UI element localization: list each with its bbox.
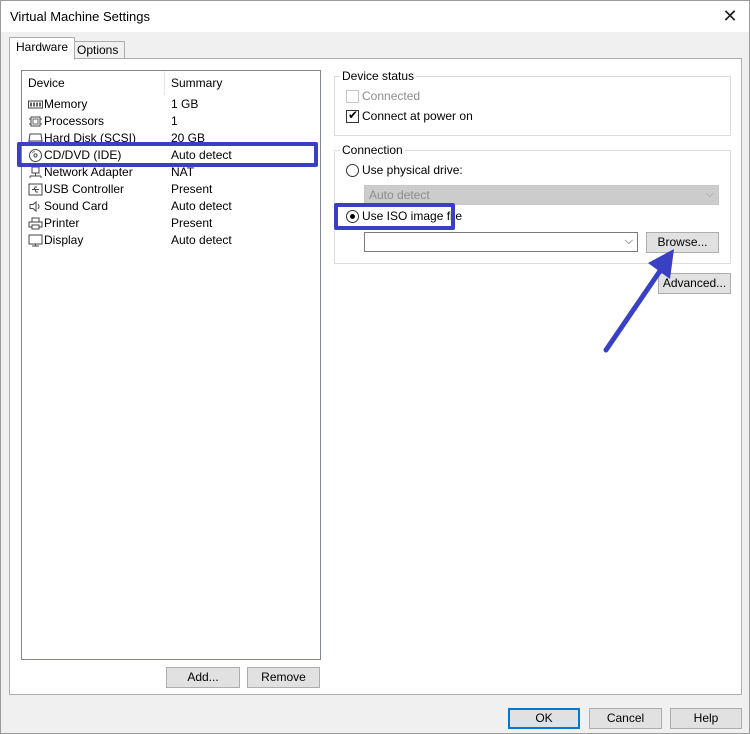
device-name: Memory — [44, 97, 88, 111]
connect-at-power-on-checkbox[interactable]: ✔ — [346, 108, 359, 123]
device-list[interactable]: Device Summary Memory 1 GB Processors 1 … — [21, 70, 321, 660]
device-name: Display — [44, 233, 84, 247]
device-name: USB Controller — [44, 182, 125, 196]
help-button[interactable]: Help — [670, 708, 742, 729]
chevron-down-icon: ⌵ — [705, 188, 714, 200]
sound-card-icon — [29, 200, 40, 213]
device-row-printer[interactable]: Printer Present — [22, 215, 320, 232]
device-row-cd-dvd[interactable]: CD/DVD (IDE) Auto detect — [22, 147, 320, 164]
cancel-button[interactable]: Cancel — [589, 708, 662, 729]
device-status-group: Device status Connected ✔ Connect at pow… — [334, 69, 731, 136]
device-status-title: Device status — [340, 69, 417, 83]
processor-icon — [29, 116, 42, 127]
printer-icon — [28, 217, 43, 230]
device-name: Network Adapter — [44, 165, 133, 179]
tab-hardware[interactable]: Hardware — [9, 37, 76, 60]
device-summary: Present — [171, 216, 213, 230]
device-name: Processors — [44, 114, 105, 128]
remove-button[interactable]: Remove — [247, 667, 320, 688]
iso-image-radio[interactable] — [346, 210, 359, 223]
connection-title: Connection — [340, 143, 405, 157]
physical-drive-select-value: Auto detect — [369, 188, 430, 202]
connected-label: Connected — [362, 89, 421, 103]
device-row-sound-card[interactable]: Sound Card Auto detect — [22, 198, 320, 215]
hard-disk-icon — [28, 133, 43, 145]
device-row-processors[interactable]: Processors 1 — [22, 113, 320, 130]
device-summary: Auto detect — [171, 148, 232, 162]
device-row-usb-controller[interactable]: USB Controller Present — [22, 181, 320, 198]
column-header-device[interactable]: Device — [22, 71, 165, 95]
memory-icon — [28, 100, 43, 109]
network-adapter-icon — [29, 166, 42, 178]
radio-selected-dot — [350, 214, 355, 219]
settings-window: Virtual Machine Settings ✕ Hardware Opti… — [0, 0, 750, 734]
physical-drive-radio[interactable] — [346, 164, 359, 177]
window-title: Virtual Machine Settings — [10, 9, 150, 24]
device-summary: 1 — [171, 114, 178, 128]
annotation-arrow-icon — [603, 249, 674, 353]
physical-drive-label: Use physical drive: — [362, 163, 463, 177]
device-summary: 20 GB — [171, 131, 206, 145]
device-row-display[interactable]: Display Auto detect — [22, 232, 320, 249]
connected-checkbox[interactable] — [346, 90, 359, 103]
device-summary: Auto detect — [171, 233, 232, 247]
device-row-memory[interactable]: Memory 1 GB — [22, 96, 320, 113]
device-name: Hard Disk (SCSI) — [44, 131, 137, 145]
device-row-network-adapter[interactable]: Network Adapter NAT — [22, 164, 320, 181]
title-bar: Virtual Machine Settings ✕ — [1, 1, 749, 32]
physical-drive-select[interactable]: Auto detect ⌵ — [364, 185, 719, 205]
column-header-summary[interactable]: Summary — [165, 71, 320, 95]
device-summary: Auto detect — [171, 199, 232, 213]
display-icon — [28, 234, 43, 247]
connect-at-power-on-label: Connect at power on — [362, 109, 473, 123]
device-name: Printer — [44, 216, 80, 230]
close-icon[interactable]: ✕ — [717, 4, 743, 28]
usb-controller-icon — [28, 183, 43, 196]
device-summary: Present — [171, 182, 213, 196]
device-name: CD/DVD (IDE) — [44, 148, 122, 162]
tab-options[interactable]: Options — [70, 41, 126, 58]
device-summary: NAT — [171, 165, 195, 179]
add-button[interactable]: Add... — [166, 667, 240, 688]
cd-dvd-icon — [29, 149, 42, 162]
ok-button[interactable]: OK — [508, 708, 580, 729]
iso-image-label: Use ISO image file — [362, 209, 463, 223]
device-name: Sound Card — [44, 199, 109, 213]
device-row-hard-disk[interactable]: Hard Disk (SCSI) 20 GB — [22, 130, 320, 147]
device-summary: 1 GB — [171, 97, 199, 111]
checkmark-icon: ✔ — [348, 108, 359, 122]
